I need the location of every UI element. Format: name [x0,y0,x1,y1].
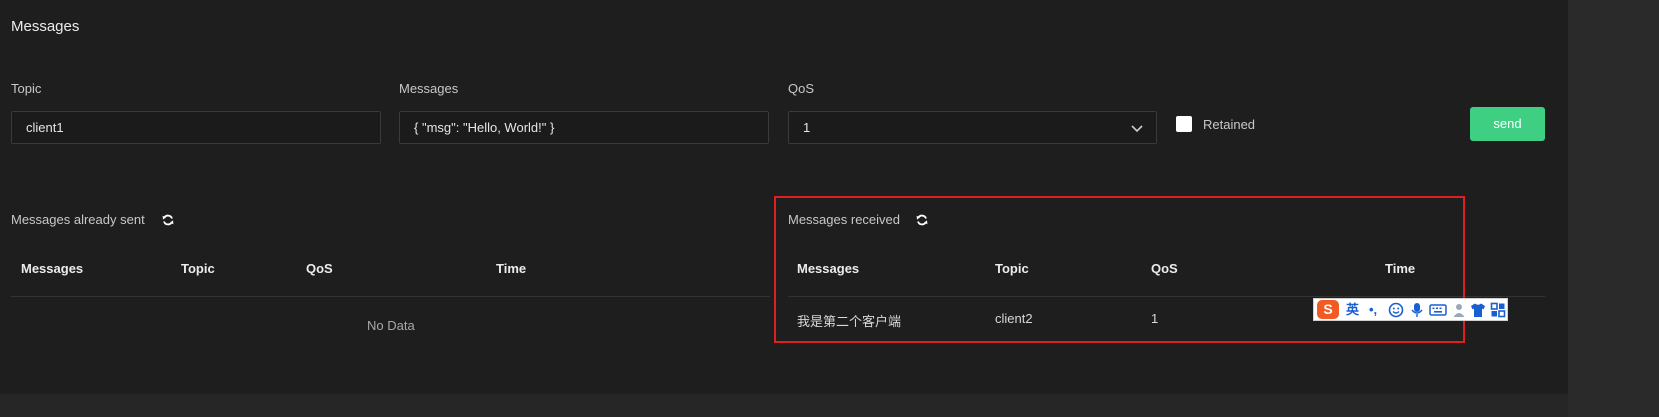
received-header-qos: QoS [1151,261,1178,276]
sent-header-messages: Messages [21,261,84,276]
ime-language-toggle[interactable]: 英 [1346,302,1359,318]
sent-empty-state: No Data [367,318,415,333]
topic-label: Topic [11,81,42,96]
emoji-icon[interactable] [1388,302,1404,318]
right-strip [1568,0,1659,417]
sent-header-time: Time [496,261,527,276]
received-header-messages: Messages [797,261,860,276]
microphone-icon[interactable] [1410,302,1424,318]
sent-table-divider [11,296,770,297]
received-cell-qos: 1 [1151,311,1159,326]
received-cell-message: 我是第二个客户端 [797,314,902,329]
received-cell-topic: client2 [995,311,1033,326]
sent-header-topic: Topic [181,261,215,276]
message-input[interactable]: { "msg": "Hello, World!" } [399,111,769,144]
received-header-topic: Topic [995,261,1029,276]
ime-punctuation-toggle[interactable]: •, [1369,302,1377,318]
retained-checkbox[interactable] [1176,116,1192,132]
chevron-down-icon [1131,125,1143,133]
refresh-icon[interactable] [916,214,928,226]
retained-label: Retained [1203,117,1256,132]
messages-label: Messages [399,81,459,96]
send-button[interactable]: send [1470,107,1545,141]
skin-shirt-icon[interactable] [1470,302,1486,318]
panel-title: Messages [11,18,80,35]
received-section-title: Messages received [788,212,900,227]
topic-input[interactable]: client1 [11,111,381,144]
sent-header-qos: QoS [306,261,333,276]
received-header-time: Time [1385,261,1416,276]
qos-select[interactable]: 1 [788,111,1157,144]
toolbox-grid-icon[interactable] [1490,302,1506,318]
refresh-icon[interactable] [162,214,174,226]
qos-label: QoS [788,81,815,96]
sent-section-title: Messages already sent [11,212,145,227]
ime-toolbar[interactable]: S 英 •, [1313,298,1508,321]
qos-select-value: 1 [803,120,811,135]
received-table-divider [788,296,1545,297]
user-icon[interactable] [1452,302,1466,318]
messages-panel [0,0,1568,394]
bottom-strip [0,394,1568,417]
sogou-logo-icon[interactable]: S [1317,300,1339,319]
keyboard-icon[interactable] [1429,302,1447,318]
